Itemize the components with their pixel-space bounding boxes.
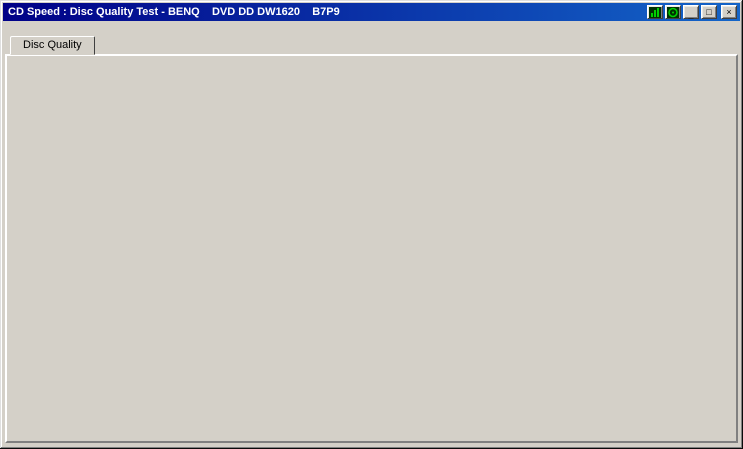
window-title: CD Speed : Disc Quality Test - BENQ DVD …	[8, 6, 340, 18]
disc-window-icon-button[interactable]	[665, 5, 681, 19]
tab-disc-quality[interactable]: Disc Quality	[10, 36, 95, 55]
close-button[interactable]: ×	[721, 5, 737, 19]
maximize-button[interactable]: □	[701, 5, 717, 19]
app-window: CD Speed : Disc Quality Test - BENQ DVD …	[0, 0, 743, 449]
graph-window-icon-button[interactable]	[647, 5, 663, 19]
titlebar[interactable]: CD Speed : Disc Quality Test - BENQ DVD …	[3, 3, 740, 21]
graph-icon	[649, 6, 661, 18]
minimize-button[interactable]: _	[683, 5, 699, 20]
disc-icon	[667, 6, 679, 18]
main-panel	[5, 54, 738, 443]
